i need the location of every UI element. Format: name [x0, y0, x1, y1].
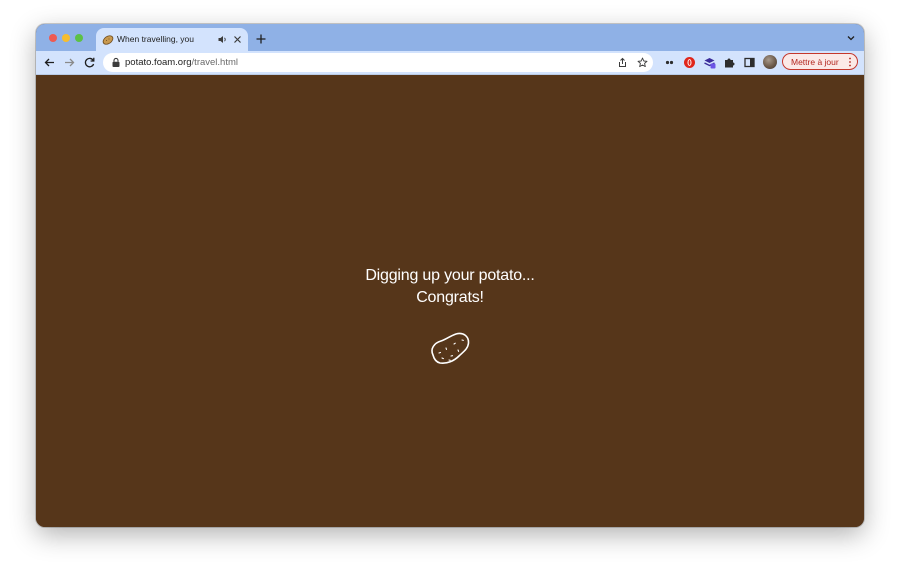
close-icon[interactable] [232, 34, 243, 45]
window-maximize-button[interactable] [75, 34, 83, 42]
extension-dots-icon[interactable] [663, 56, 676, 69]
opera-extension-icon[interactable] [683, 56, 696, 69]
status-message: Digging up your potato... [365, 267, 535, 284]
side-panel-icon[interactable] [743, 56, 756, 69]
back-arrow-icon[interactable] [43, 56, 56, 69]
forward-arrow-icon[interactable] [63, 56, 76, 69]
potato-icon [102, 35, 114, 45]
share-icon[interactable] [617, 57, 628, 68]
browser-window: When travelling, you potato.foam.org/tra… [36, 24, 864, 527]
update-button[interactable]: Mettre à jour [782, 53, 858, 70]
url-host: potato.foam.org [125, 57, 192, 68]
chevron-down-icon[interactable] [846, 33, 856, 43]
stack-extension-icon[interactable] [703, 56, 716, 69]
profile-avatar[interactable] [763, 55, 777, 69]
browser-toolbar: potato.foam.org/travel.html Mettre à jou… [36, 51, 864, 75]
window-minimize-button[interactable] [62, 34, 70, 42]
url-text[interactable]: potato.foam.org/travel.html [125, 57, 238, 68]
window-close-button[interactable] [49, 34, 57, 42]
tab-active[interactable]: When travelling, you [96, 28, 248, 51]
speaker-icon[interactable] [217, 34, 228, 45]
address-bar[interactable]: potato.foam.org/travel.html [103, 53, 653, 72]
page-content: Digging up your potato... Congrats! [36, 75, 864, 527]
kebab-menu-icon[interactable] [848, 57, 852, 67]
url-path: /travel.html [191, 57, 239, 68]
new-tab-plus-icon[interactable] [254, 32, 268, 46]
tab-title: When travelling, you [117, 34, 195, 44]
puzzle-extensions-icon[interactable] [723, 56, 736, 69]
congrats-message: Congrats! [416, 289, 484, 306]
star-bookmark-icon[interactable] [637, 57, 648, 68]
potato-outline-icon [431, 332, 470, 364]
tab-strip: When travelling, you [36, 24, 864, 51]
lock-icon[interactable] [111, 57, 121, 68]
update-button-label: Mettre à jour [791, 57, 839, 67]
reload-icon[interactable] [83, 56, 96, 69]
